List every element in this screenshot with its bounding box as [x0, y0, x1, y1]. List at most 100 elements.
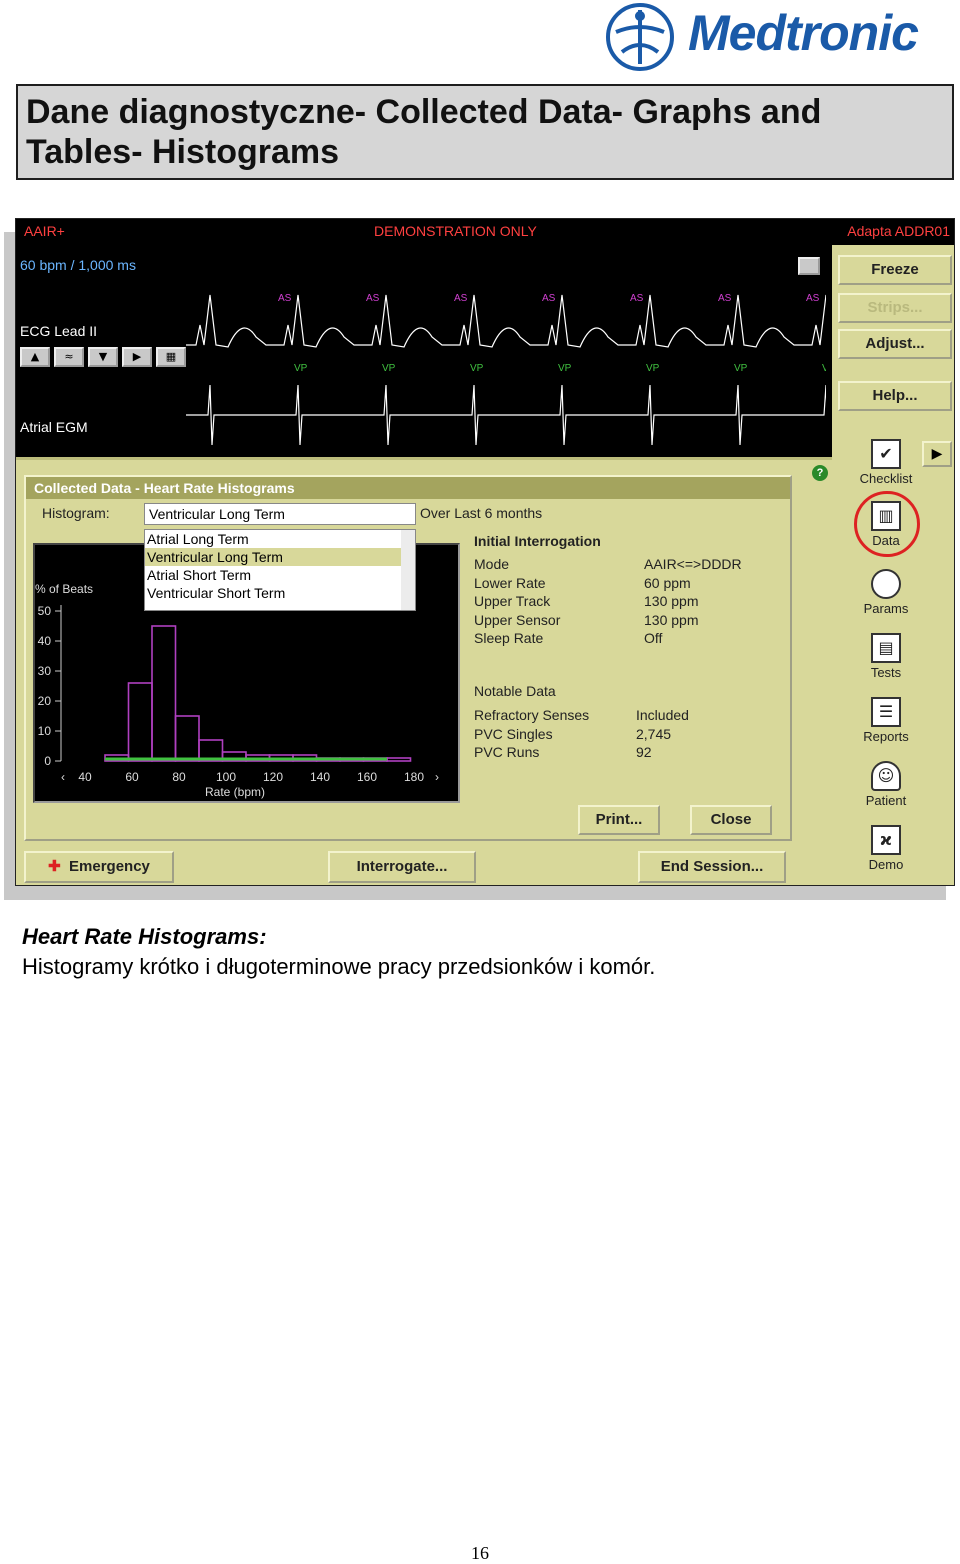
- demo-label: DEMONSTRATION ONLY: [374, 223, 537, 239]
- ecg-traces: AS VP AS VP AS VP AS VP AS VP AS VP AS VP: [186, 293, 826, 446]
- x-tick-label: 120: [263, 770, 283, 784]
- trace-calibrate-button[interactable]: ▦: [156, 347, 186, 367]
- help-button[interactable]: Help...: [838, 381, 952, 411]
- tests-item[interactable]: ▤ Tests: [856, 633, 916, 680]
- notable-row-label: Refractory Senses: [474, 707, 590, 723]
- histogram-bar: [151, 625, 177, 762]
- atrial-sense-marker: AS: [542, 293, 556, 304]
- atrial-sense-marker: AS: [278, 293, 292, 304]
- freeze-button[interactable]: Freeze: [838, 255, 952, 285]
- atrial-sense-marker: AS: [806, 293, 820, 304]
- data-item[interactable]: ▥ Data: [856, 501, 916, 548]
- initial-row-label: Sleep Rate: [474, 630, 544, 647]
- histogram-dialog: Collected Data - Heart Rate Histograms H…: [24, 475, 792, 841]
- dialog-title: Collected Data - Heart Rate Histograms: [26, 477, 790, 499]
- notable-row-label: PVC Singles: [474, 725, 553, 742]
- reports-item[interactable]: ☰ Reports: [856, 697, 916, 744]
- close-button[interactable]: Close: [690, 805, 772, 835]
- caption-text: Histogramy krótko i długoterminowe pracy…: [22, 954, 656, 979]
- initial-row-label: Upper Track: [474, 593, 551, 610]
- caption-title: Heart Rate Histograms:: [22, 924, 267, 949]
- notable-row-label: PVC Runs: [474, 744, 540, 761]
- notable-row-value: 92: [636, 744, 652, 761]
- demo-item[interactable]: ϰ Demo: [856, 825, 916, 872]
- initial-row-value: 130 ppm: [644, 611, 699, 628]
- atrial-sense-marker: AS: [718, 293, 732, 304]
- y-tick-label: 50: [38, 604, 52, 618]
- dropdown-scrollbar[interactable]: [401, 530, 415, 610]
- x-tick-label: 60: [125, 770, 139, 784]
- histogram-select[interactable]: Ventricular Long Term: [144, 503, 416, 525]
- y-tick-label: 0: [44, 754, 51, 768]
- end-session-button[interactable]: End Session...: [638, 851, 786, 883]
- atrial-sense-marker: AS: [630, 293, 644, 304]
- histogram-label: Histogram:: [42, 505, 110, 521]
- page-title: Dane diagnostyczne- Collected Data- Grap…: [26, 93, 822, 171]
- notable-row-value: 2,745: [636, 725, 672, 742]
- tests-icon: ▤: [871, 633, 901, 663]
- pacemaker-icon: [871, 569, 901, 599]
- maximize-button[interactable]: [798, 257, 820, 275]
- emergency-cross-icon: ✚: [48, 858, 61, 875]
- heart-rate-readout: 60 bpm / 1,000 ms: [20, 257, 136, 273]
- ventricular-pace-marker: VP: [822, 363, 826, 374]
- option-atrial-long-term[interactable]: Atrial Long Term: [145, 530, 415, 548]
- initial-row-value: Off: [644, 630, 663, 647]
- patient-item[interactable]: ☺ Patient: [856, 761, 916, 808]
- option-atrial-short-term[interactable]: Atrial Short Term: [145, 566, 415, 584]
- bar-chart-icon: ▥: [871, 501, 901, 531]
- initial-row-label: Lower Rate: [474, 574, 546, 591]
- params-item[interactable]: Params: [856, 569, 916, 616]
- ecg-lead-label: ECG Lead II: [20, 323, 98, 339]
- device-model: Adapta ADDR01: [847, 223, 950, 239]
- histogram-bar: [386, 757, 412, 762]
- initial-row-label: Upper Sensor: [474, 611, 561, 628]
- ecg-panel: 60 bpm / 1,000 ms ECG Lead II ▲ ≈ ▼ ▶ ▦ …: [16, 245, 832, 460]
- initial-title: Initial Interrogation: [474, 533, 601, 549]
- trace-up-button[interactable]: ▲: [20, 347, 50, 367]
- print-button[interactable]: Print...: [578, 805, 660, 835]
- option-ventricular-long-term[interactable]: Ventricular Long Term: [145, 548, 415, 566]
- reports-icon: ☰: [871, 697, 901, 727]
- trace-next-button[interactable]: ▶: [122, 347, 152, 367]
- x-tick-label: 80: [172, 770, 186, 784]
- option-ventricular-short-term[interactable]: Ventricular Short Term: [145, 584, 415, 602]
- x-axis-label: Rate (bpm): [205, 785, 265, 799]
- demo-icon: ϰ: [871, 825, 901, 855]
- notable-row-value: Included: [636, 707, 689, 723]
- histogram-dropdown: Atrial Long Term Ventricular Long Term A…: [144, 529, 416, 611]
- histogram-bar: [174, 715, 200, 762]
- atrial-sense-marker: AS: [454, 293, 468, 304]
- trace-down-button[interactable]: ▼: [88, 347, 118, 367]
- programmer-screen: AAIR+ DEMONSTRATION ONLY Adapta ADDR01 6…: [15, 218, 955, 886]
- x-scroll-left-icon: ‹: [61, 770, 65, 784]
- atrial-egm-trace: [186, 384, 826, 446]
- checklist-item[interactable]: ✔ Checklist: [856, 439, 916, 486]
- strips-button[interactable]: Strips...: [838, 293, 952, 323]
- y-tick-label: 40: [38, 634, 52, 648]
- adjust-button[interactable]: Adjust...: [838, 329, 952, 359]
- interrogate-button[interactable]: Interrogate...: [328, 851, 476, 883]
- ventricular-pace-marker: VP: [470, 363, 484, 374]
- medtronic-logo-icon: [606, 3, 674, 71]
- page-title-box: Dane diagnostyczne- Collected Data- Grap…: [16, 84, 954, 180]
- initial-row-label: Mode: [474, 556, 510, 572]
- y-axis-label: % of Beats: [35, 582, 93, 596]
- y-tick-label: 20: [38, 694, 52, 708]
- atrial-sense-marker: AS: [366, 293, 380, 304]
- ventricular-pace-marker: VP: [294, 363, 308, 374]
- ventricular-pace-marker: VP: [558, 363, 572, 374]
- x-tick-label: 140: [310, 770, 330, 784]
- ventricular-pace-marker: VP: [382, 363, 396, 374]
- help-question-icon[interactable]: ?: [812, 465, 828, 481]
- logo-text: Medtronic: [688, 5, 919, 61]
- x-tick-label: 160: [357, 770, 377, 784]
- initial-row-value: AAIR<=>DDDR: [644, 556, 742, 572]
- trace-size-button[interactable]: ≈: [54, 347, 84, 367]
- y-tick-label: 30: [38, 664, 52, 678]
- emergency-button[interactable]: ✚ Emergency: [24, 851, 174, 883]
- expand-arrow-button[interactable]: ▶: [922, 441, 952, 467]
- period-label: Over Last 6 months: [420, 505, 543, 521]
- atrial-egm-label: Atrial EGM: [20, 419, 88, 435]
- x-tick-label: 180: [404, 770, 424, 784]
